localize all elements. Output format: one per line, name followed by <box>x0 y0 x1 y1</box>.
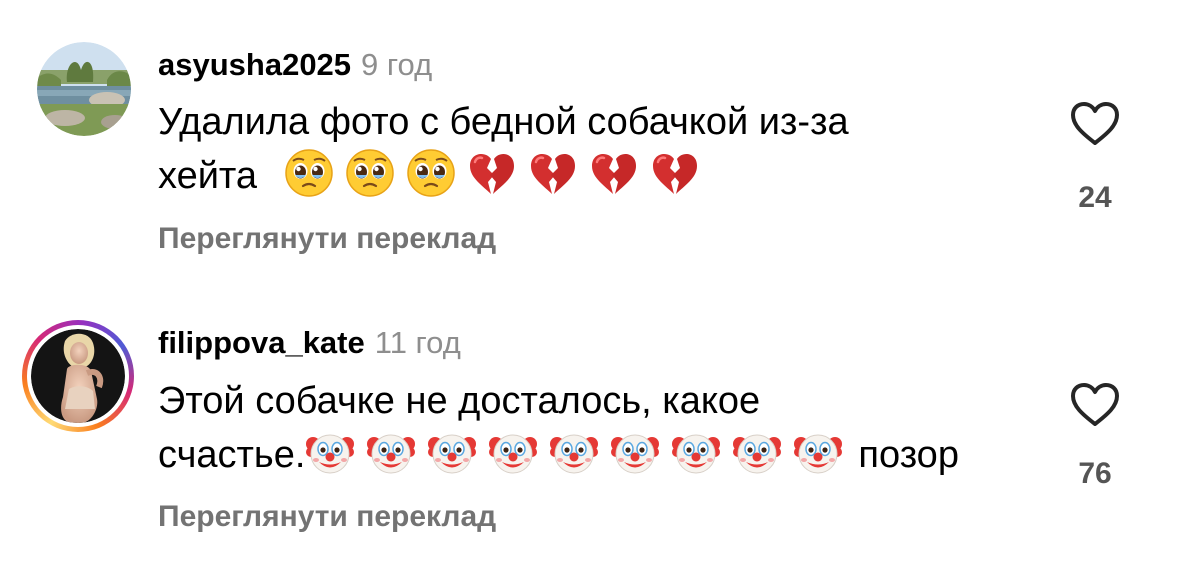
comment-timestamp: 9 год <box>361 47 433 82</box>
avatar[interactable] <box>37 42 131 136</box>
avatar-ring-gap <box>27 325 129 427</box>
comment-text: Удалила фото с бедной собачкой из-за хей… <box>158 96 1038 202</box>
comment-header: filippova_kate 11 год <box>158 325 461 361</box>
like-count: 24 <box>1078 181 1112 214</box>
comment-text: Этой собачке не досталось, какое счастье… <box>158 375 1038 481</box>
comment-text-line-1: Удалила фото с бедной собачкой из-за <box>158 101 849 143</box>
avatar-story-ring[interactable] <box>22 320 134 432</box>
see-translation-link[interactable]: Переглянути переклад <box>158 222 496 256</box>
comment-text-suffix: позор <box>858 434 959 476</box>
comment-text-line-2: хейта <box>158 148 1038 202</box>
comment-text-prefix: хейта <box>158 155 258 197</box>
username[interactable]: filippova_kate <box>158 325 365 360</box>
broken-heart-emoji <box>467 148 517 198</box>
comment-text-line-2: счастье. позор <box>158 427 1038 481</box>
see-translation-link[interactable]: Переглянути переклад <box>158 500 496 534</box>
clown-face-emoji <box>793 427 843 477</box>
heart-outline-icon[interactable] <box>1070 101 1120 147</box>
broken-heart-emoji <box>589 148 639 198</box>
comment-header: asyusha2025 9 год <box>158 47 432 83</box>
comment-item: asyusha2025 9 год Удалила фото с бедной с… <box>0 0 1179 290</box>
broken-heart-emoji <box>650 148 700 198</box>
clown-face-emoji <box>366 427 416 477</box>
comment-text-line-1: Этой собачке не досталось, какое <box>158 380 761 422</box>
avatar-image <box>37 42 131 136</box>
like-count: 76 <box>1078 457 1112 490</box>
clown-face-emoji <box>549 427 599 477</box>
clown-face-emoji <box>732 427 782 477</box>
pleading-face-emoji <box>406 148 456 198</box>
avatar-image <box>31 329 125 423</box>
username[interactable]: asyusha2025 <box>158 47 351 82</box>
broken-heart-emoji <box>528 148 578 198</box>
clown-face-emoji <box>671 427 721 477</box>
clown-face-emoji <box>305 427 355 477</box>
clown-face-emoji <box>488 427 538 477</box>
clown-face-emoji <box>610 427 660 477</box>
heart-outline-icon[interactable] <box>1070 382 1120 428</box>
pleading-face-emoji <box>284 148 334 198</box>
clown-face-emoji <box>427 427 477 477</box>
pleading-face-emoji <box>345 148 395 198</box>
comment-text-prefix: счастье. <box>158 434 306 476</box>
comment-item: filippova_kate 11 год Этой собачке не дос… <box>0 290 1179 575</box>
comment-timestamp: 11 год <box>374 325 461 360</box>
